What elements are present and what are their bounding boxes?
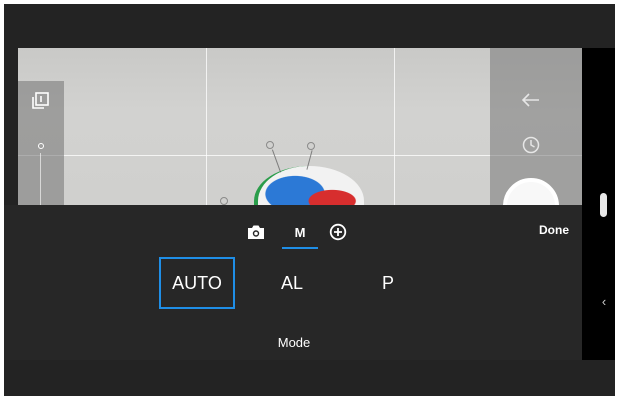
mode-option-p[interactable]: P [350, 257, 426, 309]
mode-setting-label: Mode [277, 335, 311, 350]
shutter-button[interactable] [503, 178, 559, 205]
chevron-left-icon[interactable]: ‹ [597, 294, 611, 310]
focus-slider-thumb[interactable] [38, 143, 44, 149]
camera-app-window: ‹ M Done AUTO AL P Mode [4, 4, 615, 396]
af-point [266, 141, 274, 149]
af-stem [271, 149, 282, 173]
back-arrow-icon[interactable] [522, 93, 540, 107]
tab-photo[interactable] [242, 215, 270, 249]
af-point [307, 142, 315, 150]
bottom-bar [4, 360, 615, 396]
clock-icon[interactable] [522, 136, 540, 154]
af-point [220, 197, 228, 205]
scroll-handle[interactable] [600, 193, 607, 217]
camera-viewfinder[interactable] [18, 48, 582, 205]
done-button[interactable]: Done [534, 222, 574, 238]
gallery-icon[interactable] [30, 91, 50, 111]
mode-option-auto[interactable]: AUTO [159, 257, 235, 309]
viewfinder-subject [254, 166, 364, 205]
plus-circle-icon [329, 223, 347, 241]
grid-line [206, 48, 207, 205]
viewfinder-left-toolbar [18, 81, 64, 205]
status-bar [4, 4, 615, 48]
mode-option-al[interactable]: AL [254, 257, 330, 309]
viewfinder-right-toolbar [490, 48, 582, 205]
active-tab-indicator [282, 247, 318, 249]
tab-manual[interactable]: M [282, 215, 318, 249]
grid-line [394, 48, 395, 205]
side-strip [582, 48, 615, 360]
focus-slider-track[interactable] [40, 153, 41, 205]
camera-icon [248, 225, 264, 239]
camera-settings-panel: M Done AUTO AL P Mode [4, 205, 582, 360]
mode-tabs: M [242, 215, 362, 249]
tab-add[interactable] [324, 215, 352, 249]
